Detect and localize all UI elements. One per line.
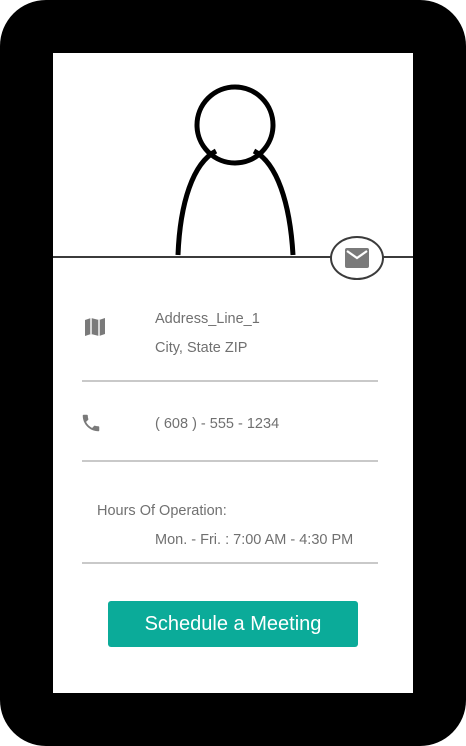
address-line-1: Address_Line_1 <box>155 311 260 327</box>
hours-label: Hours Of Operation: <box>97 503 227 519</box>
avatar-area <box>53 53 413 257</box>
address-divider <box>82 380 378 382</box>
phone-icon <box>82 414 100 432</box>
address-line-2: City, State ZIP <box>155 340 248 356</box>
hours-value: Mon. - Fri. : 7:00 AM - 4:30 PM <box>155 532 354 548</box>
contact-card: Address_Line_1 City, State ZIP ( 608 ) -… <box>53 53 413 693</box>
phone-number[interactable]: ( 608 ) - 555 - 1234 <box>155 416 279 432</box>
map-icon <box>85 318 105 336</box>
schedule-meeting-button[interactable]: Schedule a Meeting <box>108 601 358 647</box>
hours-divider <box>82 562 378 564</box>
email-button[interactable] <box>330 236 384 280</box>
device-frame: Address_Line_1 City, State ZIP ( 608 ) -… <box>0 0 466 746</box>
phone-divider <box>82 460 378 462</box>
mail-icon <box>345 248 369 268</box>
person-icon <box>175 84 296 256</box>
